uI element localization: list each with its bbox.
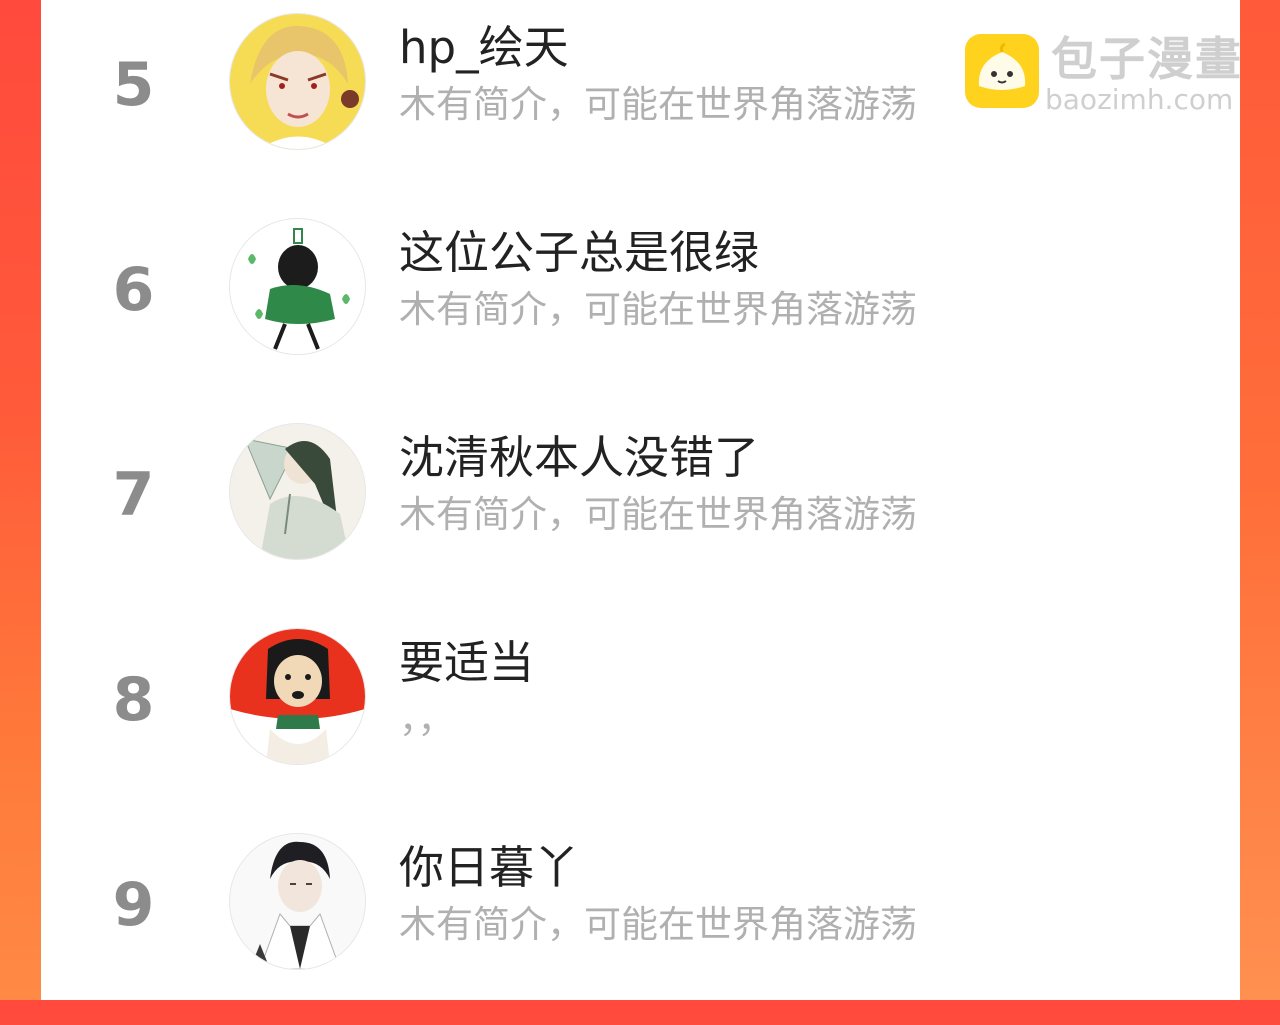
green-cloak-figure-avatar (230, 219, 365, 354)
user-bio: 木有简介，可能在世界角落游荡 (399, 493, 917, 536)
user-bio: 木有简介，可能在世界角落游荡 (399, 288, 917, 331)
list-item[interactable]: 8 要适当 ，， (41, 615, 1240, 820)
ranking-list-panel: 5 hp_绘天 木有简介，可能在世界角落游荡 6 这位公子总是很绿 木有简介，可… (41, 0, 1240, 1000)
user-name[interactable]: 要适当 (399, 640, 534, 685)
watermark: 包子漫畫 baozimh.com (965, 34, 1255, 114)
red-sun-woman-avatar (230, 629, 365, 764)
user-name[interactable]: 沈清秋本人没错了 (399, 435, 759, 480)
avatar[interactable] (229, 218, 366, 355)
rank-number: 9 (112, 870, 155, 940)
user-name[interactable]: hp_绘天 (399, 25, 569, 70)
user-name[interactable]: 你日暮丫 (399, 845, 579, 890)
anime-portrait-blond-avatar (230, 14, 365, 149)
rank-number: 8 (112, 665, 155, 735)
list-item[interactable]: 6 这位公子总是很绿 木有简介，可能在世界角落游荡 (41, 205, 1240, 410)
user-bio: 木有简介，可能在世界角落游荡 (399, 83, 917, 126)
list-item[interactable]: 9 你日暮丫 木有简介，可能在世界角落游荡 (41, 820, 1240, 1025)
user-bio: ，， (399, 698, 455, 741)
user-bio: 木有简介，可能在世界角落游荡 (399, 903, 917, 946)
watermark-title: 包子漫畫 (1051, 32, 1243, 86)
rank-number: 7 (112, 460, 155, 530)
fan-holding-figure-avatar (230, 424, 365, 559)
right-background-stripe (1240, 0, 1280, 1000)
avatar[interactable] (229, 628, 366, 765)
list-item[interactable]: 7 沈清秋本人没错了 木有简介，可能在世界角落游荡 (41, 410, 1240, 615)
avatar[interactable] (229, 833, 366, 970)
bun-logo-icon (965, 34, 1039, 108)
avatar[interactable] (229, 423, 366, 560)
avatar[interactable] (229, 13, 366, 150)
rank-number: 5 (112, 50, 155, 120)
user-name[interactable]: 这位公子总是很绿 (399, 230, 759, 275)
rank-number: 6 (112, 255, 155, 325)
watermark-url: baozimh.com (1045, 83, 1234, 116)
dark-hair-boy-avatar (230, 834, 365, 969)
